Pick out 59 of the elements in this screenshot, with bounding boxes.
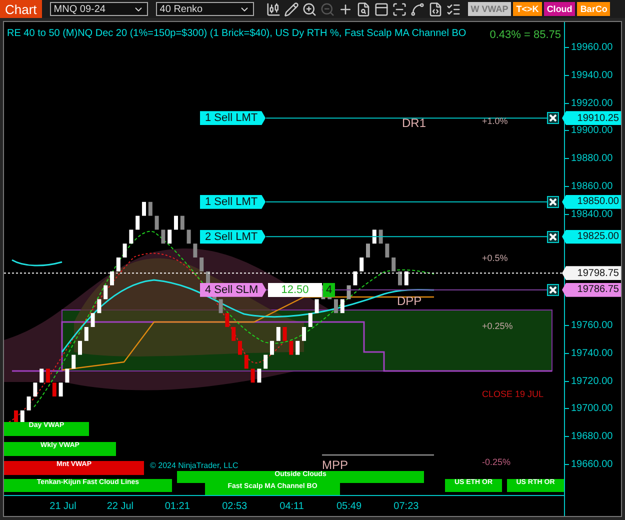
bar-type-dropdown[interactable]: 40 Renko (156, 2, 254, 16)
pencil-icon[interactable] (284, 2, 299, 16)
level-label: +0.5% (482, 253, 508, 263)
price-axis-label: 19700.00 (565, 403, 613, 414)
close-icon[interactable] (547, 230, 559, 243)
price-axis-label: 19920.00 (565, 98, 613, 109)
last-price-flag: 19798.75 (562, 266, 621, 280)
order-price-flag: 19850.00 (562, 194, 621, 209)
level-label: -0.25% (482, 457, 511, 467)
level-label: +1.0% (482, 116, 508, 126)
document-icon[interactable] (428, 2, 443, 16)
change-reading: 0.43% = 85.75 (490, 29, 561, 41)
order-label[interactable]: 4 Sell SLM (200, 282, 266, 297)
order-price-flag: 19910.25 (562, 111, 621, 126)
time-axis-label: 02:53 (222, 501, 248, 512)
candlestick-icon[interactable] (266, 2, 281, 16)
order-label[interactable]: 1 Sell LMT (200, 111, 266, 126)
line-chart-icon[interactable] (410, 2, 425, 16)
time-axis-label: 07:23 (394, 501, 419, 512)
price-axis-label: 19880.00 (565, 153, 613, 164)
level-label: CLOSE 19 JUL (482, 389, 544, 399)
order-label[interactable]: 2 Sell LMT (200, 230, 266, 244)
time-axis-label: 01:21 (164, 501, 190, 512)
price-axis-label: 19680.00 (565, 431, 613, 442)
price-axis-label: 19960.00 (565, 42, 613, 53)
close-icon[interactable] (547, 196, 559, 208)
order-label[interactable]: 1 Sell LMT (200, 194, 266, 209)
scan-icon[interactable] (392, 2, 407, 16)
order-price-flag: 19825.00 (562, 230, 621, 244)
time-axis-label: 22 Jul (106, 501, 134, 512)
toolbar-button[interactable]: Cloud (544, 2, 576, 16)
price-axis-label: 19660.00 (565, 459, 613, 470)
chart-tab[interactable]: Chart (0, 0, 42, 18)
price-axis-label: 19720.00 (565, 376, 613, 387)
chart-title: RE 40 to 50 (M)NQ Dec 20 (1%=150p=$300) (1 Brick=$40), US Dy RTH %, Fast Scalp MA Channel BO (7, 28, 466, 39)
price-axis-label: 19840.00 (565, 208, 613, 220)
level-label: DPP (397, 294, 422, 308)
list-icon[interactable] (446, 2, 461, 16)
level-label: +0.25% (482, 321, 513, 331)
price-axis-label: 19740.00 (565, 348, 613, 359)
document-search-icon[interactable] (356, 2, 371, 16)
time-axis-label: 21 Jul (50, 501, 76, 512)
time-axis-label: 04:11 (280, 501, 304, 512)
price-axis-label: 19900.00 (565, 125, 613, 136)
panel-icon[interactable] (374, 2, 389, 16)
close-icon[interactable] (547, 284, 559, 296)
close-icon[interactable] (547, 112, 559, 124)
price-axis-label: 19940.00 (565, 70, 613, 81)
level-label: MPP (322, 458, 348, 472)
copyright-text: © 2024 NinjaTrader, LLC (150, 461, 238, 470)
plus-icon[interactable] (338, 2, 353, 16)
time-axis-label: 05:49 (336, 501, 362, 512)
price-axis-label: 19860.00 (565, 181, 613, 192)
order-price-flag: 19786.75 (562, 282, 621, 297)
level-label: DR1 (402, 116, 426, 130)
instrument-dropdown[interactable]: MNQ 09-24 (50, 2, 148, 16)
count-box: 4 (323, 282, 335, 297)
zoom-in-icon[interactable] (302, 2, 317, 16)
price-axis-label: 19760.00 (565, 320, 613, 331)
